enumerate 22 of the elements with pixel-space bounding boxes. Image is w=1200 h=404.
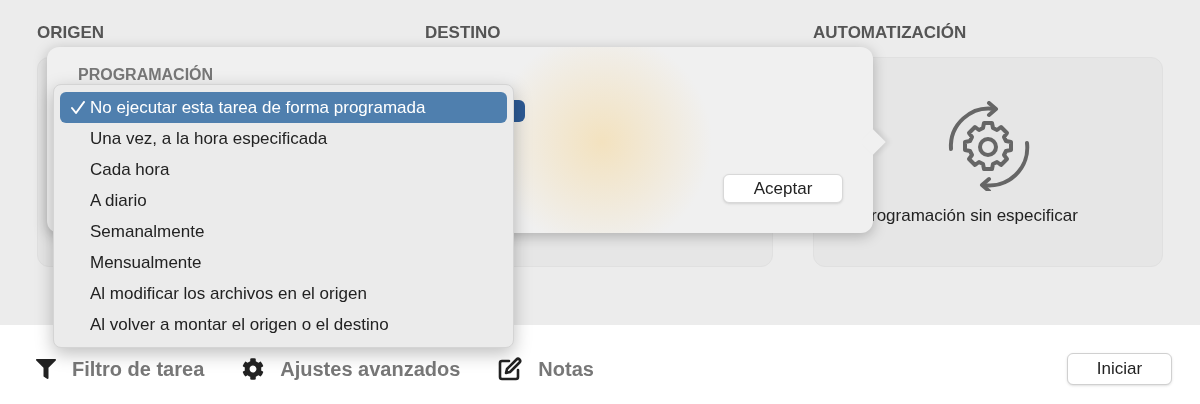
funnel-icon: [36, 358, 56, 379]
menu-item[interactable]: A diario: [60, 185, 507, 216]
menu-item[interactable]: Al modificar los archivos en el origen: [60, 278, 507, 309]
menu-item[interactable]: Una vez, a la hora especificada: [60, 123, 507, 154]
toolbar-button[interactable]: Ajustes avanzados: [242, 353, 461, 384]
accept-button[interactable]: Aceptar: [723, 174, 843, 203]
column-heading: ORIGEN: [37, 22, 106, 44]
schedule-status-text: rogramación sin especificar: [871, 205, 1078, 228]
menu-item[interactable]: No ejecutar esta tarea de forma programada: [60, 92, 507, 123]
start-button[interactable]: Iniciar: [1067, 352, 1172, 385]
toolbar-button[interactable]: Filtro de tarea: [36, 353, 205, 384]
menu-item[interactable]: Mensualmente: [60, 247, 507, 278]
toolbar-button[interactable]: Notas: [498, 353, 594, 384]
menu-item[interactable]: Cada hora: [60, 154, 507, 185]
popover-title: PROGRAMACIÓN: [78, 64, 214, 85]
column-heading: AUTOMATIZACIÓN: [813, 22, 968, 44]
gear-icon: [242, 357, 265, 380]
column-heading: DESTINO: [425, 22, 502, 44]
menu-item[interactable]: Semanalmente: [60, 216, 507, 247]
edit-icon: [498, 356, 523, 381]
checkmark-icon: [71, 100, 85, 115]
menu-item[interactable]: Al volver a montar el origen o el destino: [60, 309, 507, 340]
